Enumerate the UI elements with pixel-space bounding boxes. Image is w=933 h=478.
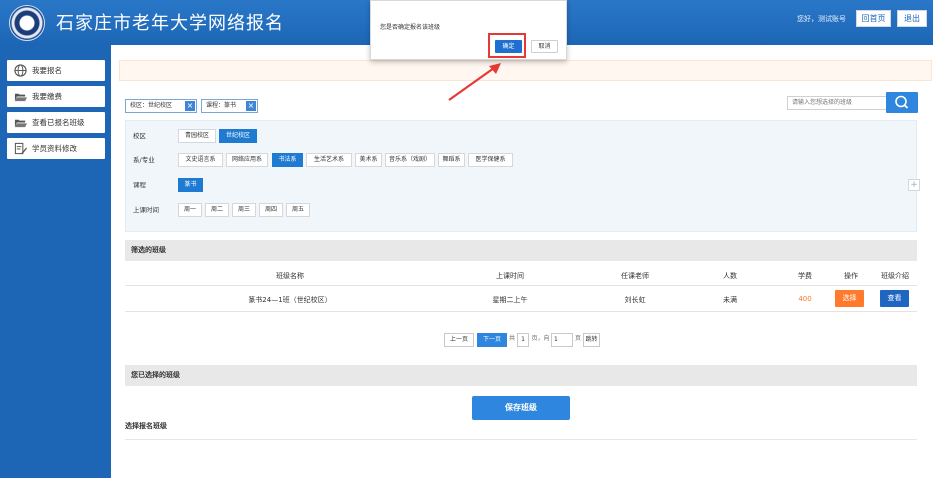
close-icon[interactable]: × (185, 101, 195, 111)
sidebar-item-payment[interactable]: 我要缴费 (7, 86, 105, 107)
chip-dept-wenshi[interactable]: 文史语言系 (178, 153, 223, 167)
chip-campus-shiji[interactable]: 世纪校区 (219, 129, 257, 143)
dialog-message: 您是否确定报名该班级 (380, 24, 441, 31)
main-content: 校区：世纪校区 × 课程：篆书 × 校区 青园校区 世纪校区 系/专业 文史语言… (111, 45, 933, 478)
chip-dept-calligraphy[interactable]: 书法系 (272, 153, 303, 167)
sidebar-item-label: 我要报名 (32, 66, 62, 75)
chip-dept-music[interactable]: 音乐系（戏剧） (385, 153, 435, 167)
results-section-title: 筛选的班级 (125, 240, 917, 261)
col-count: 人数 (723, 272, 737, 280)
expand-icon[interactable]: + (908, 179, 920, 191)
notice-bar (119, 60, 932, 81)
select-class-button[interactable]: 选择 (835, 290, 864, 307)
chip-time-mon[interactable]: 周一 (178, 203, 202, 217)
table-row: 篆书24—1班（世纪校区） 星期二上午 刘长虹 未满 400 选择 查看 (125, 286, 917, 312)
save-class-button[interactable]: 保存班级 (472, 396, 570, 420)
col-action: 操作 (844, 272, 858, 280)
filter-label-course: 课程 (133, 181, 146, 189)
chip-dept-life-art[interactable]: 生活艺术系 (306, 153, 352, 167)
confirm-dialog: 您是否确定报名该班级 确定 取消 (370, 0, 567, 60)
globe-icon (14, 64, 27, 77)
col-fee: 学费 (798, 272, 812, 280)
cell-teacher: 刘长虹 (624, 296, 646, 304)
sidebar-item-label: 学员资料修改 (32, 144, 77, 153)
cell-count: 未满 (723, 296, 737, 304)
total-prefix: 共 (508, 335, 515, 342)
search-button[interactable] (886, 92, 918, 113)
sidebar-item-enrolled-classes[interactable]: 查看已报名班级 (7, 112, 105, 133)
folder-open-icon (14, 119, 27, 128)
cell-class-name: 篆书24—1班（世纪校区） (248, 296, 332, 304)
chip-course-zhuanshu[interactable]: 篆书 (178, 178, 203, 192)
home-button[interactable]: 回首页 (856, 10, 891, 27)
logout-button[interactable]: 退出 (897, 10, 927, 27)
divider (125, 439, 917, 440)
filter-tag-label: 校区：世纪校区 (130, 102, 173, 109)
cell-schedule: 星期二上午 (492, 296, 528, 304)
filter-label-department: 系/专业 (133, 156, 155, 164)
next-page-button[interactable]: 下一页 (477, 333, 507, 347)
chip-dept-medical[interactable]: 医学保健系 (468, 153, 513, 167)
col-class-name: 班级名称 (276, 272, 304, 280)
chip-time-thu[interactable]: 周四 (259, 203, 283, 217)
filter-panel: 校区 青园校区 世纪校区 系/专业 文史语言系 网络应用系 书法系 生活艺术系 … (125, 120, 920, 232)
col-teacher: 任课老师 (621, 272, 649, 280)
selected-section-title: 您已选择的班级 (125, 365, 917, 386)
sidebar-item-label: 我要缴费 (32, 92, 62, 101)
dialog-cancel-button[interactable]: 取消 (531, 40, 558, 53)
annotation-arrow-icon (448, 63, 501, 101)
sidebar-item-profile-edit[interactable]: 学员资料修改 (7, 138, 105, 159)
site-title: 石家庄市老年大学网络报名 (56, 13, 284, 34)
chip-time-wed[interactable]: 周三 (232, 203, 256, 217)
chip-campus-qingyuan[interactable]: 青园校区 (178, 129, 216, 143)
search-input[interactable] (787, 96, 887, 110)
edit-document-icon (14, 142, 27, 155)
highlight-box (488, 33, 526, 58)
filter-label-time: 上课时间 (133, 206, 159, 214)
filter-tag-campus: 校区：世纪校区 × (125, 99, 197, 113)
folder-open-icon (14, 93, 27, 102)
page-goto-input[interactable]: 1 (551, 333, 573, 347)
total-pages: 1 (517, 333, 529, 347)
goto-suffix: 页 (574, 335, 581, 342)
filter-label-campus: 校区 (133, 132, 146, 140)
cell-fee: 400 (798, 295, 812, 303)
university-logo (9, 5, 45, 41)
chip-time-fri[interactable]: 周五 (286, 203, 310, 217)
filter-tag-label: 课程：篆书 (206, 102, 237, 109)
chip-dept-network[interactable]: 网络应用系 (226, 153, 268, 167)
choose-class-title: 选择报名班级 (125, 422, 167, 430)
sidebar: 我要报名 我要缴费 查看已报名班级 学员资料修改 (0, 45, 111, 478)
search-icon (895, 95, 909, 109)
chip-dept-fine-art[interactable]: 美术系 (355, 153, 382, 167)
user-greeting: 您好，测试账号 (797, 15, 846, 23)
total-suffix: 页，向 (531, 335, 550, 342)
col-intro: 班级介绍 (881, 272, 909, 280)
prev-page-button[interactable]: 上一页 (444, 333, 474, 347)
chip-time-tue[interactable]: 周二 (205, 203, 229, 217)
col-schedule: 上课时间 (496, 272, 524, 280)
view-intro-button[interactable]: 查看 (880, 290, 909, 307)
chip-dept-dance[interactable]: 舞蹈系 (438, 153, 465, 167)
sidebar-item-label: 查看已报名班级 (32, 118, 85, 127)
results-table-header: 班级名称 上课时间 任课老师 人数 学费 操作 班级介绍 (125, 264, 917, 286)
filter-tag-course: 课程：篆书 × (201, 99, 258, 113)
close-icon[interactable]: × (246, 101, 256, 111)
jump-button[interactable]: 跳转 (583, 333, 600, 347)
sidebar-item-enroll[interactable]: 我要报名 (7, 60, 105, 81)
